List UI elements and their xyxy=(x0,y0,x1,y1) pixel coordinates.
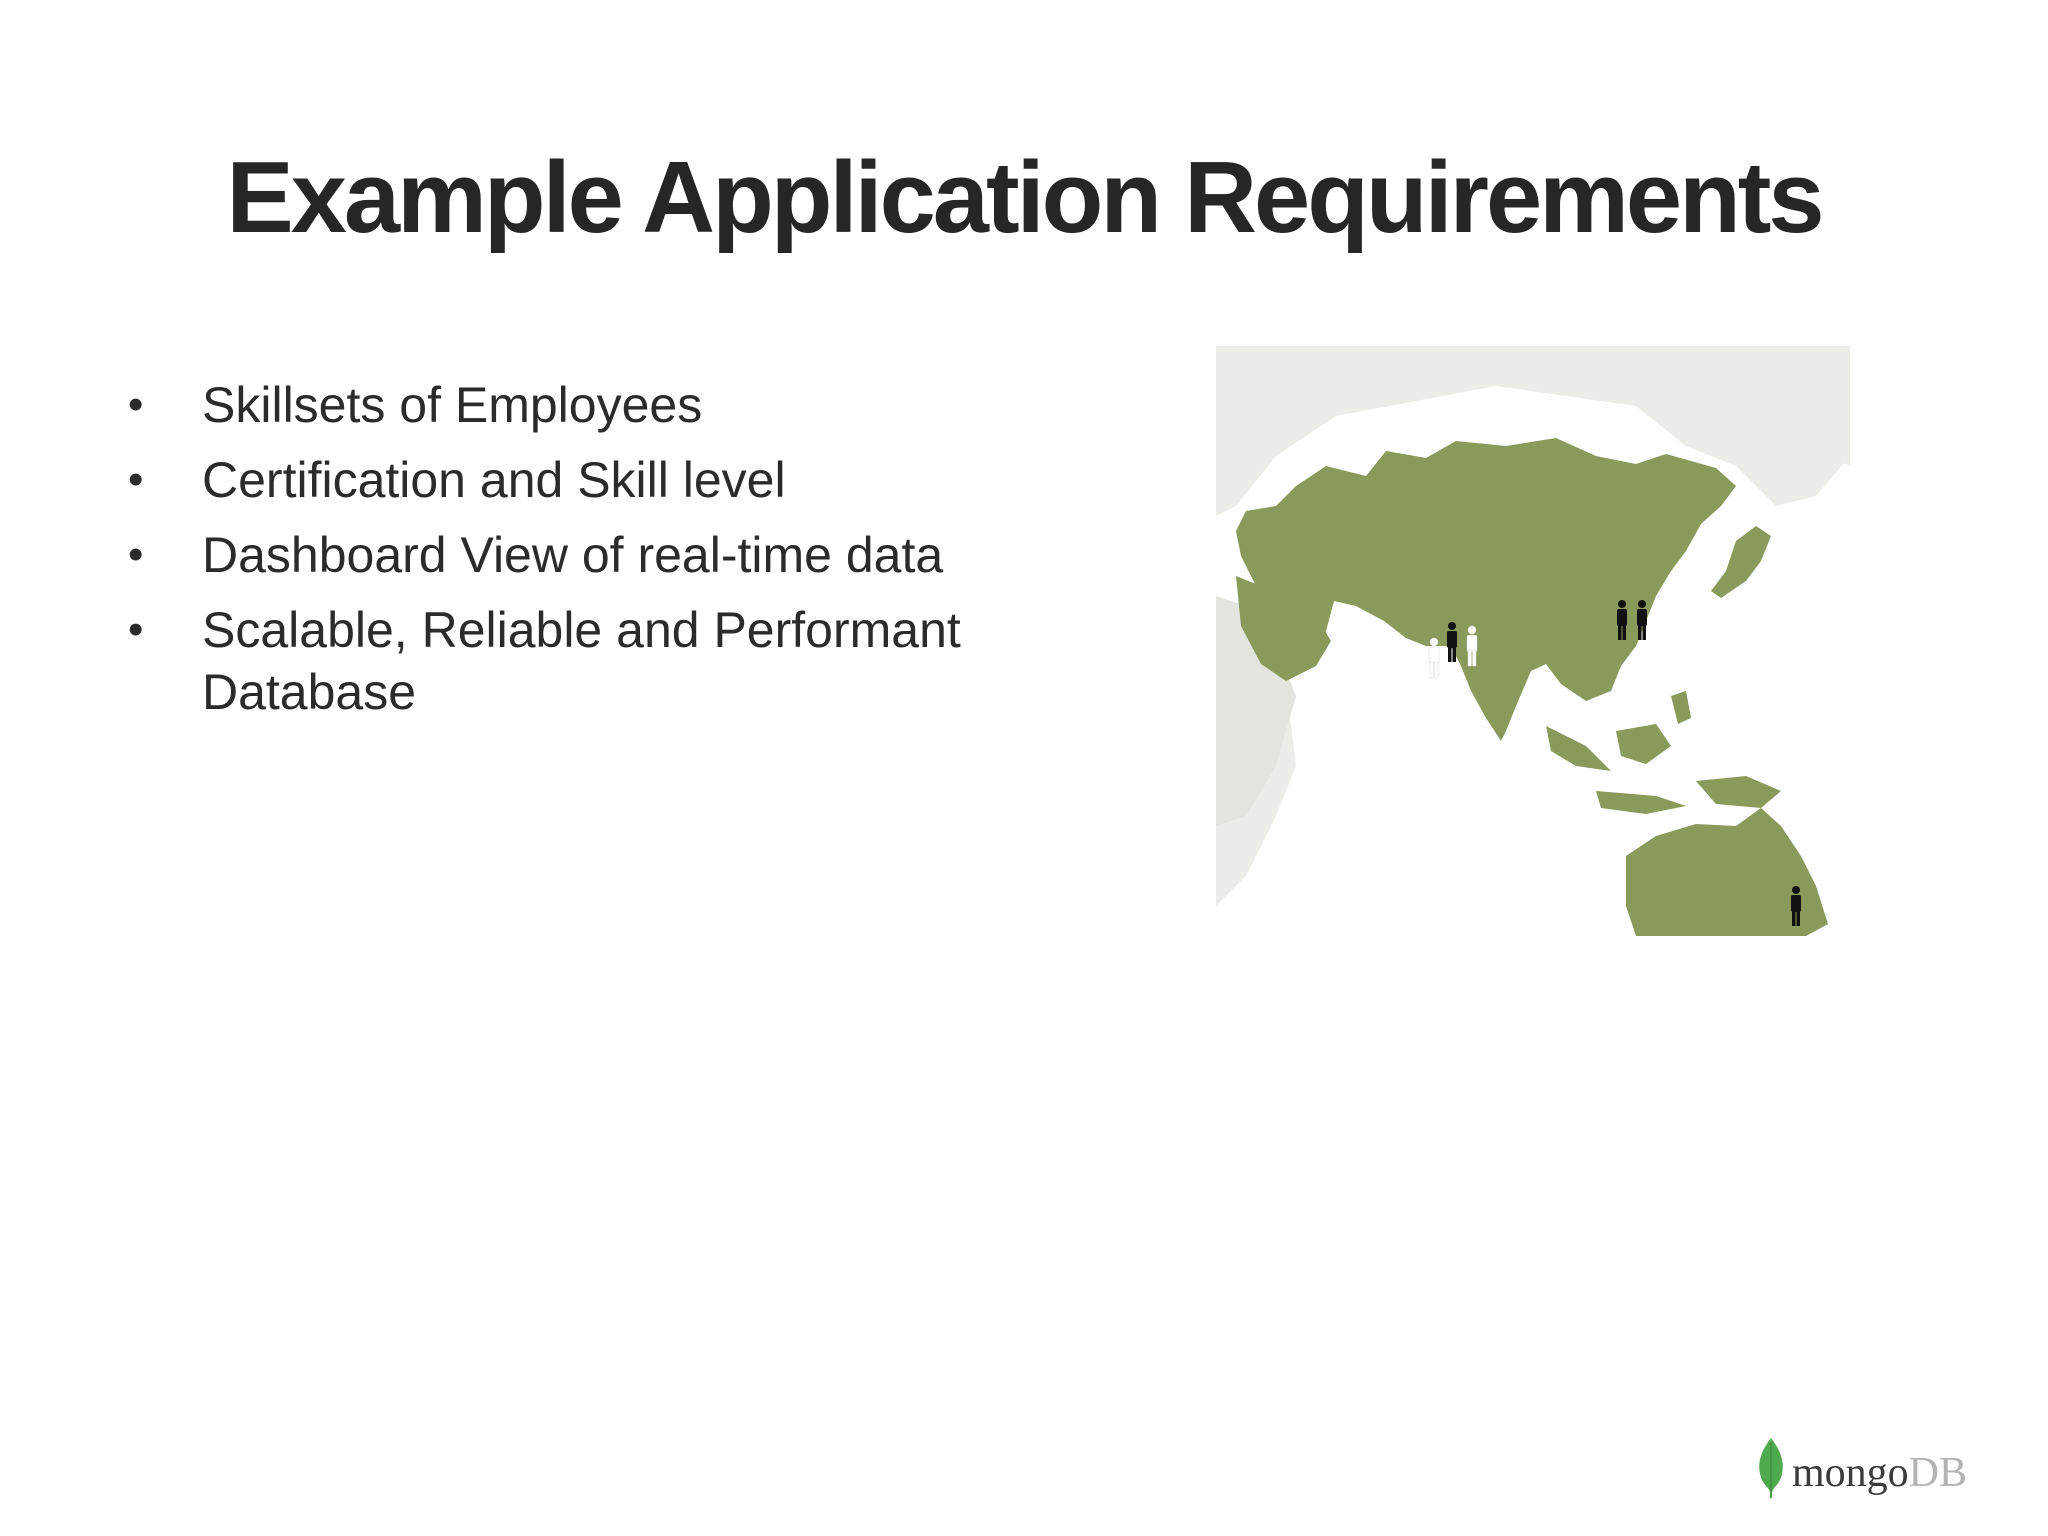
bullet-icon: • xyxy=(128,605,144,654)
logo-wordmark: mongoDB xyxy=(1792,1450,1967,1496)
asia-map xyxy=(1216,346,1850,936)
mongodb-logo: mongoDB xyxy=(1756,1438,1996,1502)
bullet-icon: • xyxy=(128,530,144,579)
list-item: • Dashboard View of real-time data xyxy=(118,524,1078,586)
leaf-icon xyxy=(1759,1438,1783,1498)
list-item-text: Dashboard View of real-time data xyxy=(202,527,944,583)
list-item: • Certification and Skill level xyxy=(118,449,1078,511)
list-item: • Skillsets of Employees xyxy=(118,374,1078,436)
list-item-text: Scalable, Reliable and Performant Databa… xyxy=(202,602,961,720)
bullet-icon: • xyxy=(128,380,144,429)
bullet-icon: • xyxy=(128,455,144,504)
slide: Example Application Requirements • Skill… xyxy=(0,0,2048,1536)
list-item-text: Certification and Skill level xyxy=(202,452,786,508)
slide-title: Example Application Requirements xyxy=(226,142,1824,254)
logo-text-db: DB xyxy=(1908,1450,1968,1496)
requirements-list: • Skillsets of Employees • Certification… xyxy=(118,374,1078,736)
list-item-text: Skillsets of Employees xyxy=(202,377,703,433)
logo-text-mongo: mongo xyxy=(1792,1450,1909,1496)
list-item: • Scalable, Reliable and Performant Data… xyxy=(118,599,1078,723)
